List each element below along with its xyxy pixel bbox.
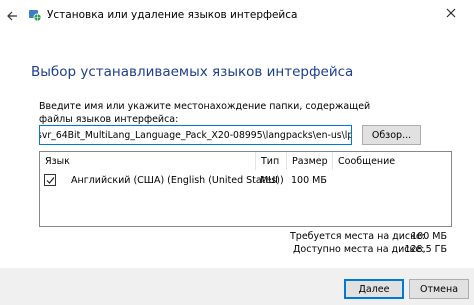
back-arrow-icon [7,11,17,21]
close-button[interactable] [440,3,462,23]
required-space-label: Требуется места на диске: [290,231,425,242]
column-header-size[interactable]: Размер [287,152,333,170]
next-button[interactable]: Далее [344,279,404,299]
close-icon [446,8,456,18]
row-size: 100 МБ [291,174,327,186]
list-header: Язык Тип Размер Сообщение [40,152,451,170]
page-heading: Выбор устанавливаемых языков интерфейса [31,64,354,80]
column-header-language[interactable]: Язык [40,152,256,170]
language-globe-icon [29,10,42,22]
row-type: MUI [260,174,278,186]
language-checkbox[interactable] [44,174,56,186]
title-bar: Установка или удаление языков интерфейса [0,0,474,32]
table-row[interactable]: Английский (США) (English (United States… [40,171,451,189]
column-header-type[interactable]: Тип [256,152,287,170]
path-input[interactable]: svr_64Bit_MultiLang_Language_Pack_X20-08… [39,125,352,145]
path-input-value: svr_64Bit_MultiLang_Language_Pack_X20-08… [39,129,352,141]
browse-button[interactable]: Обзор... [362,125,421,145]
window-title: Установка или удаление языков интерфейса [47,9,298,21]
language-list[interactable]: Язык Тип Размер Сообщение Английский (СШ… [39,151,452,227]
column-header-message[interactable]: Сообщение [333,152,451,170]
instruction-text: Введите имя или укажите местонахождение … [39,101,371,125]
required-space-value: 100 МБ [411,231,447,242]
cancel-button[interactable]: Отмена [409,279,469,299]
back-button[interactable] [4,8,20,24]
checkmark-icon [46,176,54,184]
available-space-value: 128,5 ГБ [404,244,447,255]
row-language: Английский (США) (English (United States… [71,174,284,186]
